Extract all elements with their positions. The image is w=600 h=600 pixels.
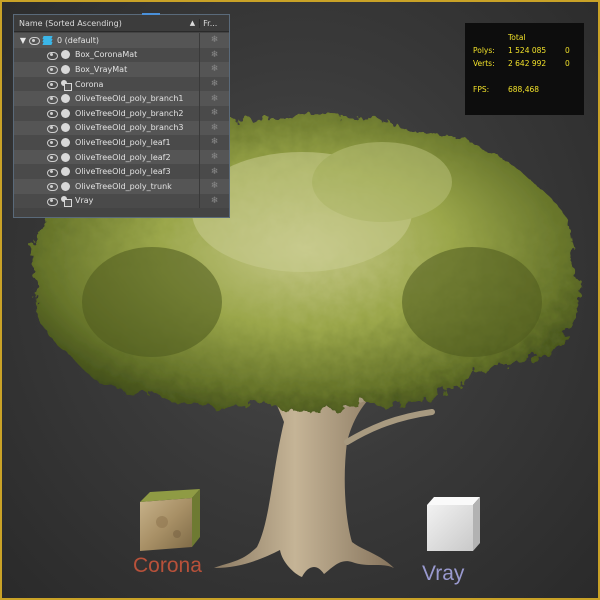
camera-icon bbox=[61, 79, 72, 91]
visibility-eye-icon[interactable] bbox=[46, 182, 58, 192]
explorer-row[interactable]: OliveTreeOld_poly_branch3 ❄ bbox=[14, 120, 229, 136]
snowflake-icon[interactable]: ❄ bbox=[199, 62, 229, 77]
explorer-row-label: OliveTreeOld_poly_trunk bbox=[75, 181, 172, 191]
explorer-row[interactable]: Vray ❄ bbox=[14, 193, 229, 209]
explorer-row[interactable]: Box_CoronaMat ❄ bbox=[14, 47, 229, 63]
visibility-eye-icon[interactable] bbox=[46, 124, 58, 133]
visibility-eye-icon[interactable] bbox=[46, 51, 58, 60]
visibility-eye-icon[interactable] bbox=[28, 36, 40, 46]
stats-verts-selected: 0 bbox=[565, 59, 570, 68]
snowflake-icon[interactable]: ❄ bbox=[199, 91, 229, 106]
snowflake-icon[interactable]: ❄ bbox=[199, 193, 229, 209]
visibility-eye-icon[interactable] bbox=[46, 65, 58, 75]
stats-polys-label: Polys: bbox=[473, 46, 495, 55]
visibility-eye-icon[interactable] bbox=[46, 95, 58, 104]
explorer-row[interactable]: OliveTreeOld_poly_trunk ❄ bbox=[14, 178, 229, 194]
object-icon bbox=[61, 123, 70, 133]
stats-fps-value: 688,468 bbox=[508, 85, 540, 94]
explorer-list: ▼ 0 (default) ❄ Box_CoronaMat ❄ Box_Vray… bbox=[14, 32, 229, 209]
explorer-row[interactable]: Corona ❄ bbox=[14, 76, 229, 92]
visibility-eye-icon[interactable] bbox=[46, 197, 58, 206]
vray-label: Vray bbox=[422, 562, 465, 585]
object-icon bbox=[61, 50, 70, 60]
scene-explorer-panel[interactable]: Name (Sorted Ascending) ▲ Fr... ▼ 0 (def… bbox=[13, 13, 230, 218]
explorer-row[interactable]: OliveTreeOld_poly_leaf2 ❄ bbox=[14, 149, 229, 165]
explorer-row[interactable]: OliveTreeOld_poly_branch2 ❄ bbox=[14, 105, 229, 121]
column-header-freeze[interactable]: Fr... bbox=[199, 18, 229, 28]
visibility-eye-icon[interactable] bbox=[46, 138, 58, 148]
column-header-name[interactable]: Name (Sorted Ascending) ▲ bbox=[14, 19, 199, 28]
explorer-row-layer-default[interactable]: ▼ 0 (default) ❄ bbox=[14, 33, 229, 48]
explorer-header: Name (Sorted Ascending) ▲ Fr... bbox=[14, 15, 229, 32]
stats-polys-total: 1 524 085 bbox=[508, 46, 547, 55]
snowflake-icon[interactable]: ❄ bbox=[199, 178, 229, 194]
stats-fps-label: FPS: bbox=[473, 85, 490, 94]
object-icon bbox=[61, 167, 70, 177]
column-header-name-label: Name (Sorted Ascending) bbox=[19, 18, 122, 28]
box-vray-mat bbox=[427, 497, 480, 551]
explorer-row[interactable]: OliveTreeOld_poly_leaf3 ❄ bbox=[14, 164, 229, 179]
visibility-eye-icon[interactable] bbox=[46, 109, 58, 119]
object-icon bbox=[61, 64, 70, 74]
explorer-row-label: Corona bbox=[75, 79, 104, 89]
snowflake-icon[interactable]: ❄ bbox=[199, 47, 229, 63]
snowflake-icon[interactable]: ❄ bbox=[199, 135, 229, 150]
explorer-row-label: OliveTreeOld_poly_branch2 bbox=[75, 108, 184, 118]
object-icon bbox=[61, 94, 70, 104]
viewport[interactable]: Corona Vray Total Polys: 1 524 085 0 Ver… bbox=[0, 0, 600, 600]
snowflake-icon[interactable]: ❄ bbox=[199, 33, 229, 48]
sort-ascending-icon: ▲ bbox=[189, 18, 196, 27]
explorer-row[interactable]: Box_VrayMat ❄ bbox=[14, 62, 229, 77]
explorer-row-label: OliveTreeOld_poly_leaf2 bbox=[75, 152, 171, 162]
explorer-row-label: Box_CoronaMat bbox=[75, 50, 138, 60]
explorer-row[interactable]: OliveTreeOld_poly_branch1 ❄ bbox=[14, 91, 229, 106]
viewport-statistics: Total Polys: 1 524 085 0 Verts: 2 642 99… bbox=[465, 23, 584, 115]
box-corona-mat bbox=[140, 489, 200, 551]
explorer-row-label: OliveTreeOld_poly_leaf3 bbox=[75, 167, 171, 177]
layers-icon bbox=[42, 35, 53, 45]
stats-verts-label: Verts: bbox=[473, 59, 495, 68]
explorer-row-label: OliveTreeOld_poly_leaf1 bbox=[75, 137, 171, 147]
visibility-eye-icon[interactable] bbox=[46, 168, 58, 177]
object-icon bbox=[61, 152, 70, 162]
visibility-eye-icon[interactable] bbox=[46, 80, 58, 90]
object-icon bbox=[61, 181, 70, 191]
camera-icon bbox=[61, 196, 72, 208]
stats-total-header: Total bbox=[508, 33, 526, 42]
explorer-row[interactable]: OliveTreeOld_poly_leaf1 ❄ bbox=[14, 135, 229, 150]
visibility-eye-icon[interactable] bbox=[46, 153, 58, 163]
collapse-icon[interactable]: ▼ bbox=[18, 36, 28, 45]
snowflake-icon[interactable]: ❄ bbox=[199, 149, 229, 165]
stats-polys-selected: 0 bbox=[565, 46, 570, 55]
explorer-row-label: Box_VrayMat bbox=[75, 64, 128, 74]
stats-verts-total: 2 642 992 bbox=[508, 59, 547, 68]
explorer-row-label: Vray bbox=[75, 196, 94, 206]
explorer-row-label: OliveTreeOld_poly_branch3 bbox=[75, 123, 184, 133]
snowflake-icon[interactable]: ❄ bbox=[199, 76, 229, 92]
object-icon bbox=[61, 108, 70, 118]
snowflake-icon[interactable]: ❄ bbox=[199, 120, 229, 136]
object-icon bbox=[61, 137, 70, 147]
snowflake-icon[interactable]: ❄ bbox=[199, 164, 229, 179]
explorer-row-label: OliveTreeOld_poly_branch1 bbox=[75, 94, 184, 104]
snowflake-icon[interactable]: ❄ bbox=[199, 105, 229, 121]
corona-label: Corona bbox=[133, 554, 202, 577]
explorer-row-label: 0 (default) bbox=[57, 35, 100, 45]
